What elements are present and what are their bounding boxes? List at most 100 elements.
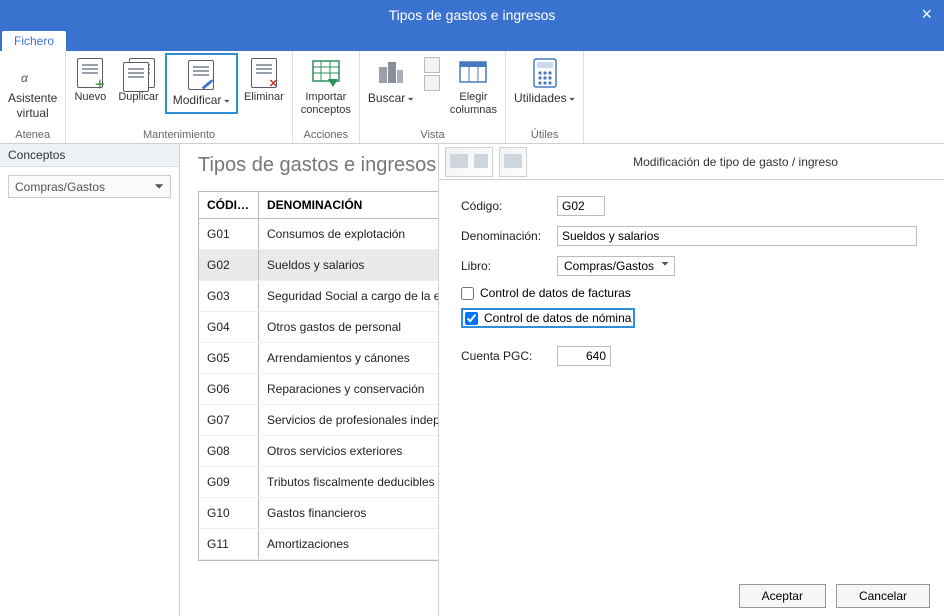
grid: CÓDI… DENOMINACIÓN G01Consumos de explot… (198, 191, 448, 561)
ribbon-group-atenea: α Asistente virtual Atenea (0, 51, 66, 143)
table-row[interactable]: G10Gastos financieros (199, 498, 447, 529)
table-row[interactable]: G07Servicios de profesionales indep (199, 405, 447, 436)
label-libro: Libro: (461, 259, 557, 273)
cell-code: G07 (199, 405, 259, 435)
group-label-acciones: Acciones (295, 127, 357, 143)
utilidades-button[interactable]: Utilidades (508, 53, 581, 110)
cell-code: G01 (199, 219, 259, 249)
cell-denom: Seguridad Social a cargo de la e (259, 281, 447, 311)
cell-code: G10 (199, 498, 259, 528)
cell-denom: Otros gastos de personal (259, 312, 447, 342)
ribbon-group-utiles: Utilidades Útiles (506, 51, 584, 143)
window-title: Tipos de gastos e ingresos (389, 7, 556, 23)
group-label-mant: Mantenimiento (68, 127, 289, 143)
dialog-modificacion: Modificación de tipo de gasto / ingreso … (438, 144, 944, 616)
duplicar-button[interactable]: Duplicar (112, 53, 164, 108)
ribbon-group-mantenimiento: ＋ Nuevo Duplicar Modificar ✕ Eliminar Ma… (66, 51, 292, 143)
cell-code: G08 (199, 436, 259, 466)
table-row[interactable]: G05Arrendamientos y cánones (199, 343, 447, 374)
asistente-label: Asistente virtual (8, 91, 57, 121)
importar-button[interactable]: Importar conceptos (295, 53, 357, 121)
table-row[interactable]: G04Otros gastos de personal (199, 312, 447, 343)
titlebar: Tipos de gastos e ingresos × (0, 0, 944, 30)
label-cuenta: Cuenta PGC: (461, 349, 557, 363)
ribbon-group-acciones: Importar conceptos Acciones (293, 51, 360, 143)
group-label-utiles: Útiles (508, 127, 581, 143)
cell-denom: Reparaciones y conservación (259, 374, 447, 404)
ribbon-group-vista: Buscar Elegir columnas Vista (360, 51, 506, 143)
dialog-header: Modificación de tipo de gasto / ingreso (439, 144, 944, 180)
ribbon-tabrow: Fichero (0, 30, 944, 51)
calculator-icon (529, 57, 561, 89)
combo-libro[interactable]: Compras/Gastos (557, 256, 675, 276)
cell-denom: Servicios de profesionales indep (259, 405, 447, 435)
check-facturas[interactable]: Control de datos de facturas (461, 286, 922, 300)
table-import-icon (310, 57, 342, 89)
sidebar: Conceptos Compras/Gastos ⏷ (0, 144, 180, 616)
checkbox-facturas[interactable] (461, 287, 474, 300)
table-row[interactable]: G01Consumos de explotación (199, 219, 447, 250)
image-placeholder-icon[interactable] (445, 147, 493, 177)
cell-code: G06 (199, 374, 259, 404)
sort-desc-icon[interactable] (424, 75, 440, 91)
image-placeholder2-icon[interactable] (499, 147, 527, 177)
cell-code: G09 (199, 467, 259, 497)
cell-denom: Consumos de explotación (259, 219, 447, 249)
table-row[interactable]: G06Reparaciones y conservación (199, 374, 447, 405)
modificar-button[interactable]: Modificar (165, 53, 238, 114)
cell-denom: Tributos fiscalmente deducibles (259, 467, 447, 497)
col-header-code[interactable]: CÓDI… (199, 192, 259, 218)
col-header-denom[interactable]: DENOMINACIÓN (259, 192, 447, 218)
sort-asc-icon[interactable] (424, 57, 440, 73)
chevron-down-icon: ⏷ (154, 179, 164, 194)
buildings-icon (375, 57, 407, 89)
input-cuenta[interactable] (557, 346, 611, 366)
sort-buttons[interactable] (420, 53, 444, 95)
elegir-columnas-button[interactable]: Elegir columnas (444, 53, 503, 121)
edit-doc-icon (185, 59, 217, 91)
grid-header: CÓDI… DENOMINACIÓN (199, 192, 447, 219)
delete-doc-icon: ✕ (248, 57, 280, 89)
svg-text:α: α (21, 71, 29, 85)
buscar-button[interactable]: Buscar (362, 53, 420, 110)
table-row[interactable]: G02Sueldos y salarios (199, 250, 447, 281)
cell-code: G02 (199, 250, 259, 280)
ribbon: α Asistente virtual Atenea ＋ Nuevo Dupli… (0, 51, 944, 144)
asistente-virtual-button[interactable]: α Asistente virtual (2, 53, 63, 125)
table-row[interactable]: G11Amortizaciones (199, 529, 447, 560)
cancelar-button[interactable]: Cancelar (836, 584, 930, 608)
check-nomina[interactable]: Control de datos de nómina (461, 308, 635, 328)
cell-denom: Amortizaciones (259, 529, 447, 559)
dialog-buttons: Aceptar Cancelar (739, 584, 930, 608)
nuevo-button[interactable]: ＋ Nuevo (68, 53, 112, 108)
group-label-vista: Vista (362, 127, 503, 143)
close-icon[interactable]: × (921, 4, 932, 25)
tab-fichero[interactable]: Fichero (2, 31, 66, 51)
cell-code: G11 (199, 529, 259, 559)
label-denom: Denominación: (461, 229, 557, 243)
cell-code: G04 (199, 312, 259, 342)
sidebar-title: Conceptos (0, 144, 179, 167)
dialog-title: Modificación de tipo de gasto / ingreso (533, 155, 938, 169)
cell-denom: Otros servicios exteriores (259, 436, 447, 466)
cell-denom: Arrendamientos y cánones (259, 343, 447, 373)
aceptar-button[interactable]: Aceptar (739, 584, 826, 608)
duplicate-doc-icon (123, 57, 155, 89)
table-row[interactable]: G08Otros servicios exteriores (199, 436, 447, 467)
sidebar-combo[interactable]: Compras/Gastos ⏷ (8, 175, 171, 198)
checkbox-nomina[interactable] (465, 312, 478, 325)
alpha-icon: α (17, 57, 49, 89)
group-label-atenea: Atenea (2, 127, 63, 143)
table-row[interactable]: G03Seguridad Social a cargo de la e (199, 281, 447, 312)
sidebar-combo-value: Compras/Gastos (15, 180, 105, 194)
cell-code: G03 (199, 281, 259, 311)
input-denominacion[interactable] (557, 226, 917, 246)
cell-denom: Gastos financieros (259, 498, 447, 528)
input-codigo[interactable] (557, 196, 605, 216)
eliminar-button[interactable]: ✕ Eliminar (238, 53, 290, 108)
cell-code: G05 (199, 343, 259, 373)
table-row[interactable]: G09Tributos fiscalmente deducibles (199, 467, 447, 498)
dialog-body: Código: Denominación: Libro: Compras/Gas… (439, 180, 944, 392)
columns-icon (457, 57, 489, 89)
cell-denom: Sueldos y salarios (259, 250, 447, 280)
